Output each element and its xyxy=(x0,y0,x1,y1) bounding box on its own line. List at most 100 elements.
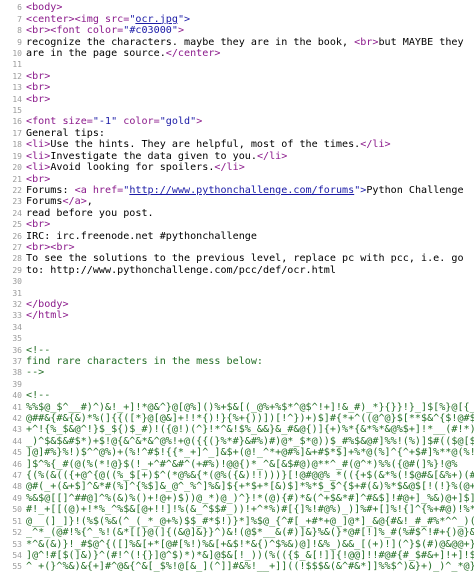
code-token: src= xyxy=(105,13,130,25)
source-line: 14 <br> xyxy=(0,94,474,105)
code-token: _)^$&$&#$*)+$!@{&^&*&^@%!+@({{(}%*#}&#%)… xyxy=(26,435,474,447)
code-token: "> xyxy=(354,184,367,196)
line-code: <li>Investigate the data given to you.</… xyxy=(26,151,474,162)
line-number: 34 xyxy=(12,322,22,332)
line-number: 21 xyxy=(12,174,22,184)
source-line: 30 xyxy=(0,276,474,287)
code-token: "> xyxy=(177,13,191,25)
code-token: </body> xyxy=(26,298,69,310)
line-code: </html> xyxy=(26,310,474,321)
line-number: 55 xyxy=(12,562,22,572)
code-token: <a xyxy=(74,184,93,196)
line-code: <body> xyxy=(26,2,474,13)
code-token: Avoid looking for spoilers. xyxy=(50,162,215,174)
code-token: <center><img xyxy=(26,13,106,25)
line-number: 7 xyxy=(17,14,22,24)
line-number: 52 xyxy=(12,528,22,538)
source-link[interactable]: http://www.pythonchallenge.com/forums xyxy=(129,185,354,196)
source-line: 55 ^ +(}^%&)&{+]#^@&{^&[_$%!@[&_](^]]#&%!… xyxy=(0,561,474,572)
code-token: #!_+[[(@)+!*%_^%$&[@+!!]!%(&_^$$#_))!+^*… xyxy=(26,504,474,516)
line-code: </body> xyxy=(26,299,474,310)
code-token: %&$@[[]^##@]^%(&)%()+!@+)$))@_*)@_)^}!*(… xyxy=(26,492,474,504)
line-code: General tips: xyxy=(26,128,474,139)
line-number: 16 xyxy=(12,117,22,127)
code-token: </center> xyxy=(165,48,221,60)
line-code: *^&(&)}!_#$@^{([]%&[+*[@#[%!)%&[+&$!*&{)… xyxy=(26,539,474,550)
line-number: 50 xyxy=(12,505,22,515)
line-number: 40 xyxy=(12,391,22,401)
source-line: 24 read before you post. xyxy=(0,208,474,219)
code-token: +^!{%_$&@^!}$_${)$_#)!({@!)(^}!*^&!$%_&&… xyxy=(26,424,474,436)
line-code: <br> xyxy=(26,94,474,105)
code-token: recognize the characters. maybe they are… xyxy=(26,36,355,48)
line-number: 13 xyxy=(12,83,22,93)
line-number: 20 xyxy=(12,163,22,173)
code-token: </html> xyxy=(26,310,69,322)
code-token: <br><br> xyxy=(26,241,75,253)
line-code: <br><font color="#c03000"> xyxy=(26,25,474,36)
source-line: 50 #!_+[[(@)+!*%_^%$&[@+!!]!%(&_^$$#_))!+… xyxy=(0,504,474,515)
source-line: 45]@]#%}%!)$^^@%)+(%!^#$!{{*_+]^_]&$+(@!… xyxy=(0,447,474,458)
code-token: <br> xyxy=(354,36,379,48)
line-code: Forums</a>, xyxy=(26,196,474,207)
source-line: 22 Forums: <a href="http://www.pythonchal… xyxy=(0,185,474,196)
code-token: <!-- xyxy=(26,390,51,402)
source-line: 33 </html> xyxy=(0,310,474,321)
line-code: _)^$&$&#$*)+$!@{&^&*&^@%!+@({{(}%*#}&#%)… xyxy=(26,436,474,447)
code-token: find rare characters in the mess below: xyxy=(26,356,264,367)
code-token: > xyxy=(196,116,203,128)
code-token: </li> xyxy=(214,162,245,174)
code-token: <font xyxy=(26,116,63,128)
code-token: size= xyxy=(62,116,93,128)
line-number: 36 xyxy=(12,345,22,355)
line-code: recognize the characters. maybe they are… xyxy=(26,37,474,48)
source-line: 31 xyxy=(0,288,474,299)
line-code: ]@]#%}%!)$^^@%)+(%!^#$!{{*_+]^_]&$+(@!_^… xyxy=(26,447,474,458)
line-code: <li>Avoid looking for spoilers.</li> xyxy=(26,162,474,173)
code-token: IRC: irc.freenode.net #pythonchallenge xyxy=(26,230,257,242)
line-code: %%$@_$^__#)^)&!_+]!*@&^}@[@%]()%+$&[(_@%… xyxy=(26,402,474,413)
source-line: 52 _^*_(@#!%{^_%!(&*[[}@(]{(&@]&}}^)&!(@$… xyxy=(0,527,474,538)
source-line: 10 are in the page source.</center> xyxy=(0,48,474,59)
line-code: read before you post. xyxy=(26,208,474,219)
source-line: 25 <br> xyxy=(0,219,474,230)
code-token: > xyxy=(177,25,185,37)
line-code: +^!{%_$&@^!}$_${)$_#)!({@!)(^}!*^&!$%_&&… xyxy=(26,424,474,435)
line-number: 42 xyxy=(12,414,22,424)
code-token: <li> xyxy=(26,150,51,162)
source-line: 47 {(%(&(({+@^{@((%_$[+)$^(*@%&{*(@%({&)!… xyxy=(0,470,474,481)
line-code: <br> xyxy=(26,174,474,185)
code-token: Investigate the data given to you. xyxy=(50,150,257,162)
line-number: 46 xyxy=(12,459,22,469)
code-token: <br> xyxy=(26,70,51,82)
code-token: href= xyxy=(92,184,124,196)
source-line: 37 find rare characters in the mess below… xyxy=(0,356,474,367)
line-code: IRC: irc.freenode.net #pythonchallenge xyxy=(26,231,474,242)
code-token: </li> xyxy=(256,150,288,162)
code-token: %%$@_$^__#)^)&!_+]!*@&^}@[@%]()%+$&[(_@%… xyxy=(26,401,474,413)
code-token: <br> xyxy=(26,173,51,185)
line-number: 43 xyxy=(12,425,22,435)
code-token: "-1" xyxy=(92,116,118,128)
line-number: 17 xyxy=(12,128,22,138)
line-code: <li>Use the hints. They are helpful, mos… xyxy=(26,139,474,150)
code-token: General tips: xyxy=(26,127,106,139)
source-line: 44 _)^$&$&#$*)+$!@{&^&*&^@%!+@({{(}%*#}&#… xyxy=(0,436,474,447)
line-number: 12 xyxy=(12,71,22,81)
source-line: 35 xyxy=(0,333,474,344)
line-number: 48 xyxy=(12,482,22,492)
code-token: <br> xyxy=(26,219,51,231)
code-token: </li> xyxy=(360,139,391,151)
source-line: 8 <br><font color="#c03000"> xyxy=(0,25,474,36)
source-line: 53 *^&(&)}!_#$@^{([]%&[+*[@#[%!)%&[+&$!*&… xyxy=(0,539,474,550)
source-line: 16 <font size="-1" color="gold"> xyxy=(0,116,474,127)
line-code: <br> xyxy=(26,71,474,82)
code-token: ]$^%{_#(@(%(*!@}$(!_+^#^&#^(+#%)!@@{)*_^… xyxy=(26,458,458,470)
line-code: To see the solutions to the previous lev… xyxy=(26,253,474,264)
source-link[interactable]: ocr.jpg xyxy=(135,14,178,25)
source-line: 6 <body> xyxy=(0,2,474,13)
source-line: 42 @##&{#&{&)*%(]{{([*}@[@&]+!!*{)!}{%+{)… xyxy=(0,413,474,424)
